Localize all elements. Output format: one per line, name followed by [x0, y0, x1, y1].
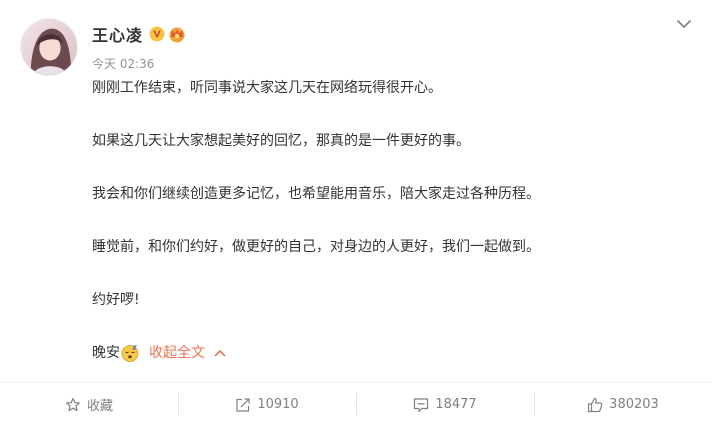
favorite-label: 收藏: [86, 399, 113, 414]
star-icon: [66, 397, 80, 411]
name-row: 王心凌: [92, 23, 187, 45]
repost-count: 10910: [257, 397, 299, 412]
crown-badge-icon[interactable]: [167, 25, 187, 43]
collapse-label: 收起全文: [149, 345, 205, 361]
chevron-down-icon[interactable]: [676, 16, 692, 32]
post-paragraph: 晚安: [92, 345, 120, 361]
post-content: 刚刚工作结束，听同事说大家这几天在网络玩得很开心。 如果这几天让大家想起美好的回…: [92, 76, 692, 365]
post-paragraph: 睡觉前，和你们约好，做更好的自己，对身边的人更好，我们一起做到。: [92, 239, 540, 255]
timestamp[interactable]: 今天 02:36: [92, 55, 154, 72]
post-paragraph: 我会和你们继续创造更多记忆，也希望能用音乐，陪大家走过各种历程。: [92, 186, 540, 202]
comment-button[interactable]: 18477: [356, 383, 534, 425]
avatar-image: [21, 19, 77, 75]
weibo-post-card: 王心凌 今天 02:36 刚刚工作结束，听同事说大家这几天在网络玩得很开心。 如…: [0, 0, 712, 425]
verified-badge-icon[interactable]: [149, 26, 165, 42]
repost-button[interactable]: 10910: [178, 383, 356, 425]
share-icon: [236, 397, 250, 412]
post-paragraph: 如果这几天让大家想起美好的回忆，那真的是一件更好的事。: [92, 133, 470, 149]
chevron-up-icon: [214, 350, 226, 357]
username[interactable]: 王心凌: [92, 22, 143, 46]
thumbs-up-icon: [588, 397, 603, 412]
sleepy-face-emoji-icon: [121, 345, 139, 362]
post-paragraph: 约好啰!: [92, 292, 140, 308]
like-count: 380203: [609, 397, 659, 412]
comment-icon: [414, 397, 429, 412]
post-last-line: 晚安 收起全文: [92, 341, 692, 365]
avatar[interactable]: [20, 18, 78, 76]
post-paragraph: 刚刚工作结束，听同事说大家这几天在网络玩得很开心。: [92, 80, 442, 96]
like-button[interactable]: 380203: [534, 383, 712, 425]
collapse-full-text-link[interactable]: 收起全文: [149, 341, 226, 365]
action-bar: 收藏 10910 18477 380203: [0, 382, 712, 425]
comment-count: 18477: [435, 397, 477, 412]
favorite-button[interactable]: 收藏: [0, 383, 178, 425]
